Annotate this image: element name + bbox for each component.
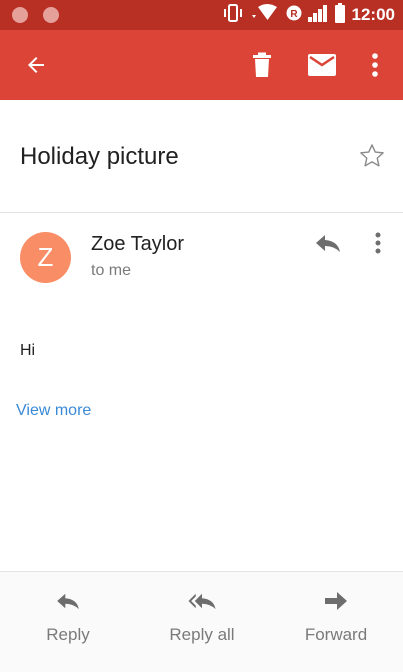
app-bar — [0, 30, 403, 100]
mail-icon[interactable] — [302, 47, 342, 83]
sender-name: Zoe Taylor — [91, 233, 185, 255]
wifi-icon — [250, 3, 280, 27]
email-subject: Holiday picture — [20, 143, 179, 170]
notification-dot-icon — [12, 7, 28, 23]
view-more-link[interactable]: View more — [16, 402, 91, 420]
arrow-back-icon[interactable] — [18, 47, 54, 83]
signal-icon — [307, 4, 328, 27]
clock-text: 12:00 — [351, 5, 395, 24]
reply-all-button[interactable]: Reply all — [162, 592, 242, 645]
status-bar: R 12:00 — [0, 0, 403, 30]
bottom-action-bar: Reply Reply all Forward — [0, 572, 403, 672]
recipient-label[interactable]: to me — [91, 262, 131, 280]
svg-text:R: R — [290, 9, 298, 20]
reply-all-icon — [186, 592, 218, 625]
notification-dot-icon — [43, 7, 59, 23]
reply-icon — [56, 592, 80, 625]
star-outline-icon[interactable] — [358, 142, 386, 175]
reply-label: Reply — [46, 625, 90, 644]
forward-label: Forward — [304, 625, 368, 644]
status-icons: R 12:00 — [222, 2, 395, 28]
reply-icon[interactable] — [310, 228, 346, 258]
trash-icon[interactable] — [244, 47, 280, 83]
avatar[interactable]: Z — [20, 232, 71, 283]
reply-button[interactable]: Reply — [38, 592, 98, 645]
message-more-icon[interactable] — [366, 228, 390, 258]
header-divider — [0, 212, 403, 213]
forward-icon — [325, 592, 347, 625]
email-body: Hi — [20, 342, 36, 359]
forward-button[interactable]: Forward — [300, 592, 372, 645]
more-vert-icon[interactable] — [360, 47, 390, 83]
vibrate-icon — [222, 3, 244, 27]
roaming-icon: R — [286, 5, 302, 26]
reply-all-label: Reply all — [169, 625, 235, 644]
battery-icon — [334, 2, 346, 28]
